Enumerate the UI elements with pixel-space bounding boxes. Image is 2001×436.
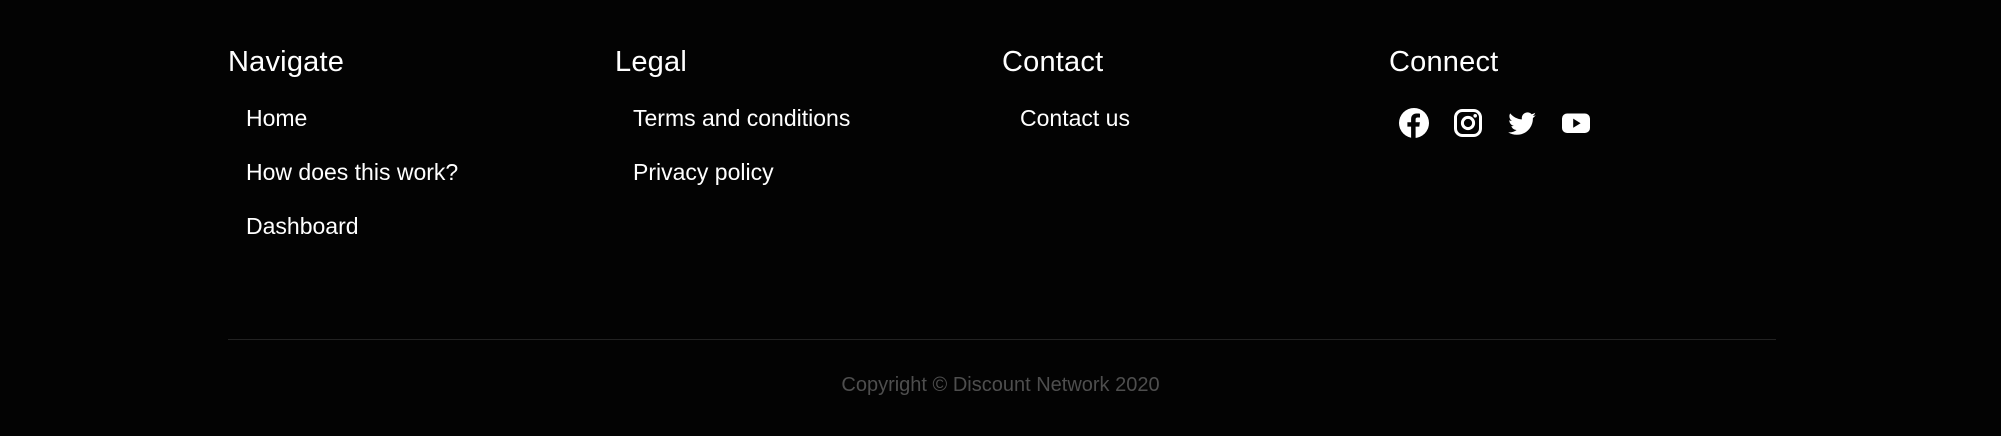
contact-links: Contact us <box>1002 104 1389 158</box>
footer-column-connect: Connect <box>1389 40 1776 290</box>
how-does-this-work-link[interactable]: How does this work? <box>246 159 458 185</box>
privacy-policy-link[interactable]: Privacy policy <box>633 159 774 185</box>
contact-us-link[interactable]: Contact us <box>1020 105 1130 131</box>
footer-columns: Navigate Home How does this work? Dashbo… <box>228 40 1776 290</box>
legal-links: Terms and conditions Privacy policy <box>615 104 1002 212</box>
connect-heading: Connect <box>1389 46 1499 78</box>
legal-link-terms-item: Terms and conditions <box>633 104 1002 158</box>
social-links <box>1399 108 1776 138</box>
navigate-heading: Navigate <box>228 46 345 78</box>
nav-link-how-item: How does this work? <box>246 158 615 212</box>
home-link[interactable]: Home <box>246 105 307 131</box>
terms-and-conditions-link[interactable]: Terms and conditions <box>633 105 850 131</box>
footer-column-contact: Contact Contact us <box>1002 40 1389 290</box>
twitter-icon[interactable] <box>1507 108 1537 138</box>
contact-link-item: Contact us <box>1020 104 1389 158</box>
contact-heading: Contact <box>1002 46 1104 78</box>
footer-column-navigate: Navigate Home How does this work? Dashbo… <box>228 40 615 290</box>
footer-divider <box>228 339 1776 340</box>
youtube-icon[interactable] <box>1561 108 1591 138</box>
legal-link-privacy-item: Privacy policy <box>633 158 1002 212</box>
nav-link-home-item: Home <box>246 104 615 158</box>
site-footer: Navigate Home How does this work? Dashbo… <box>0 0 2001 436</box>
legal-heading: Legal <box>615 46 687 78</box>
nav-link-dashboard-item: Dashboard <box>246 212 615 266</box>
navigate-links: Home How does this work? Dashboard <box>228 104 615 266</box>
instagram-icon[interactable] <box>1453 108 1483 138</box>
copyright-text: Copyright © Discount Network 2020 <box>841 374 1160 396</box>
dashboard-link[interactable]: Dashboard <box>246 213 359 239</box>
footer-column-legal: Legal Terms and conditions Privacy polic… <box>615 40 1002 290</box>
facebook-icon[interactable] <box>1399 108 1429 138</box>
